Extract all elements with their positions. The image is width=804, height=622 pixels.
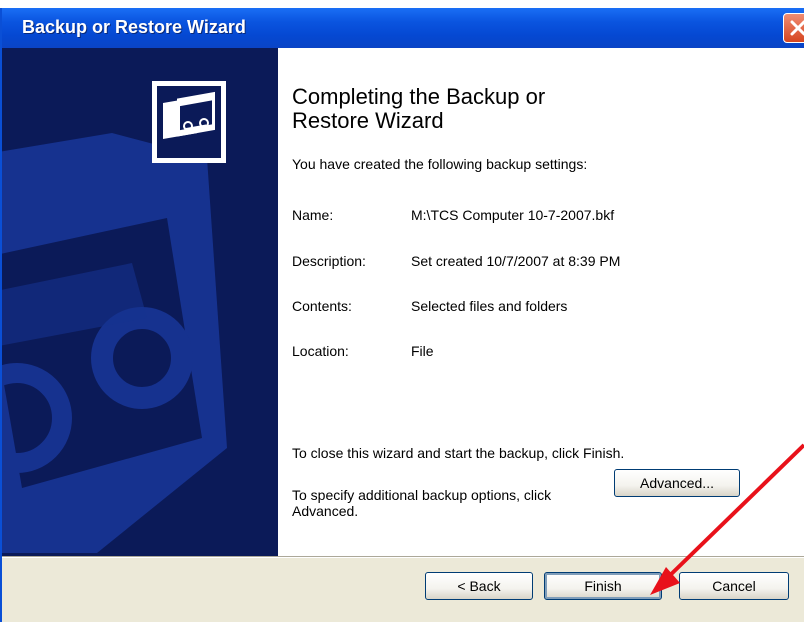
intro-text: You have created the following backup se…	[292, 156, 588, 172]
backup-watermark-graphic	[2, 133, 227, 553]
wizard-content: Completing the Backup or Restore Wizard …	[278, 48, 804, 556]
advanced-button[interactable]: Advanced...	[614, 469, 740, 497]
wizard-window: Backup or Restore Wizard Completing the …	[0, 8, 804, 622]
setting-description-label: Description:	[292, 253, 366, 269]
setting-description-value: Set created 10/7/2007 at 8:39 PM	[411, 253, 621, 269]
heading-line-2: Restore Wizard	[292, 108, 444, 133]
backup-tape-icon	[157, 86, 221, 158]
screen-margin	[0, 0, 804, 8]
back-button[interactable]: < Back	[425, 572, 533, 600]
footer-divider-highlight	[2, 557, 804, 558]
setting-location-value: File	[411, 343, 434, 359]
finish-instructions: To close this wizard and start the backu…	[292, 445, 625, 461]
setting-location-label: Location:	[292, 343, 349, 359]
advanced-instructions: To specify additional backup options, cl…	[292, 487, 552, 519]
close-button[interactable]	[783, 13, 804, 43]
setting-contents-label: Contents:	[292, 298, 352, 314]
cancel-button[interactable]: Cancel	[679, 572, 789, 600]
setting-contents-value: Selected files and folders	[411, 298, 568, 314]
title-bar[interactable]: Backup or Restore Wizard	[2, 8, 804, 48]
page-heading: Completing the Backup or Restore Wizard	[292, 85, 672, 133]
finish-button[interactable]: Finish	[544, 572, 662, 600]
heading-line-1: Completing the Backup or	[292, 84, 546, 109]
setting-name-label: Name:	[292, 207, 334, 223]
setting-name-value: M:\TCS Computer 10-7-2007.bkf	[411, 207, 615, 223]
backup-icon-tile	[152, 81, 226, 163]
wizard-side-panel	[2, 48, 278, 556]
window-title: Backup or Restore Wizard	[22, 17, 246, 37]
close-icon	[790, 20, 804, 36]
